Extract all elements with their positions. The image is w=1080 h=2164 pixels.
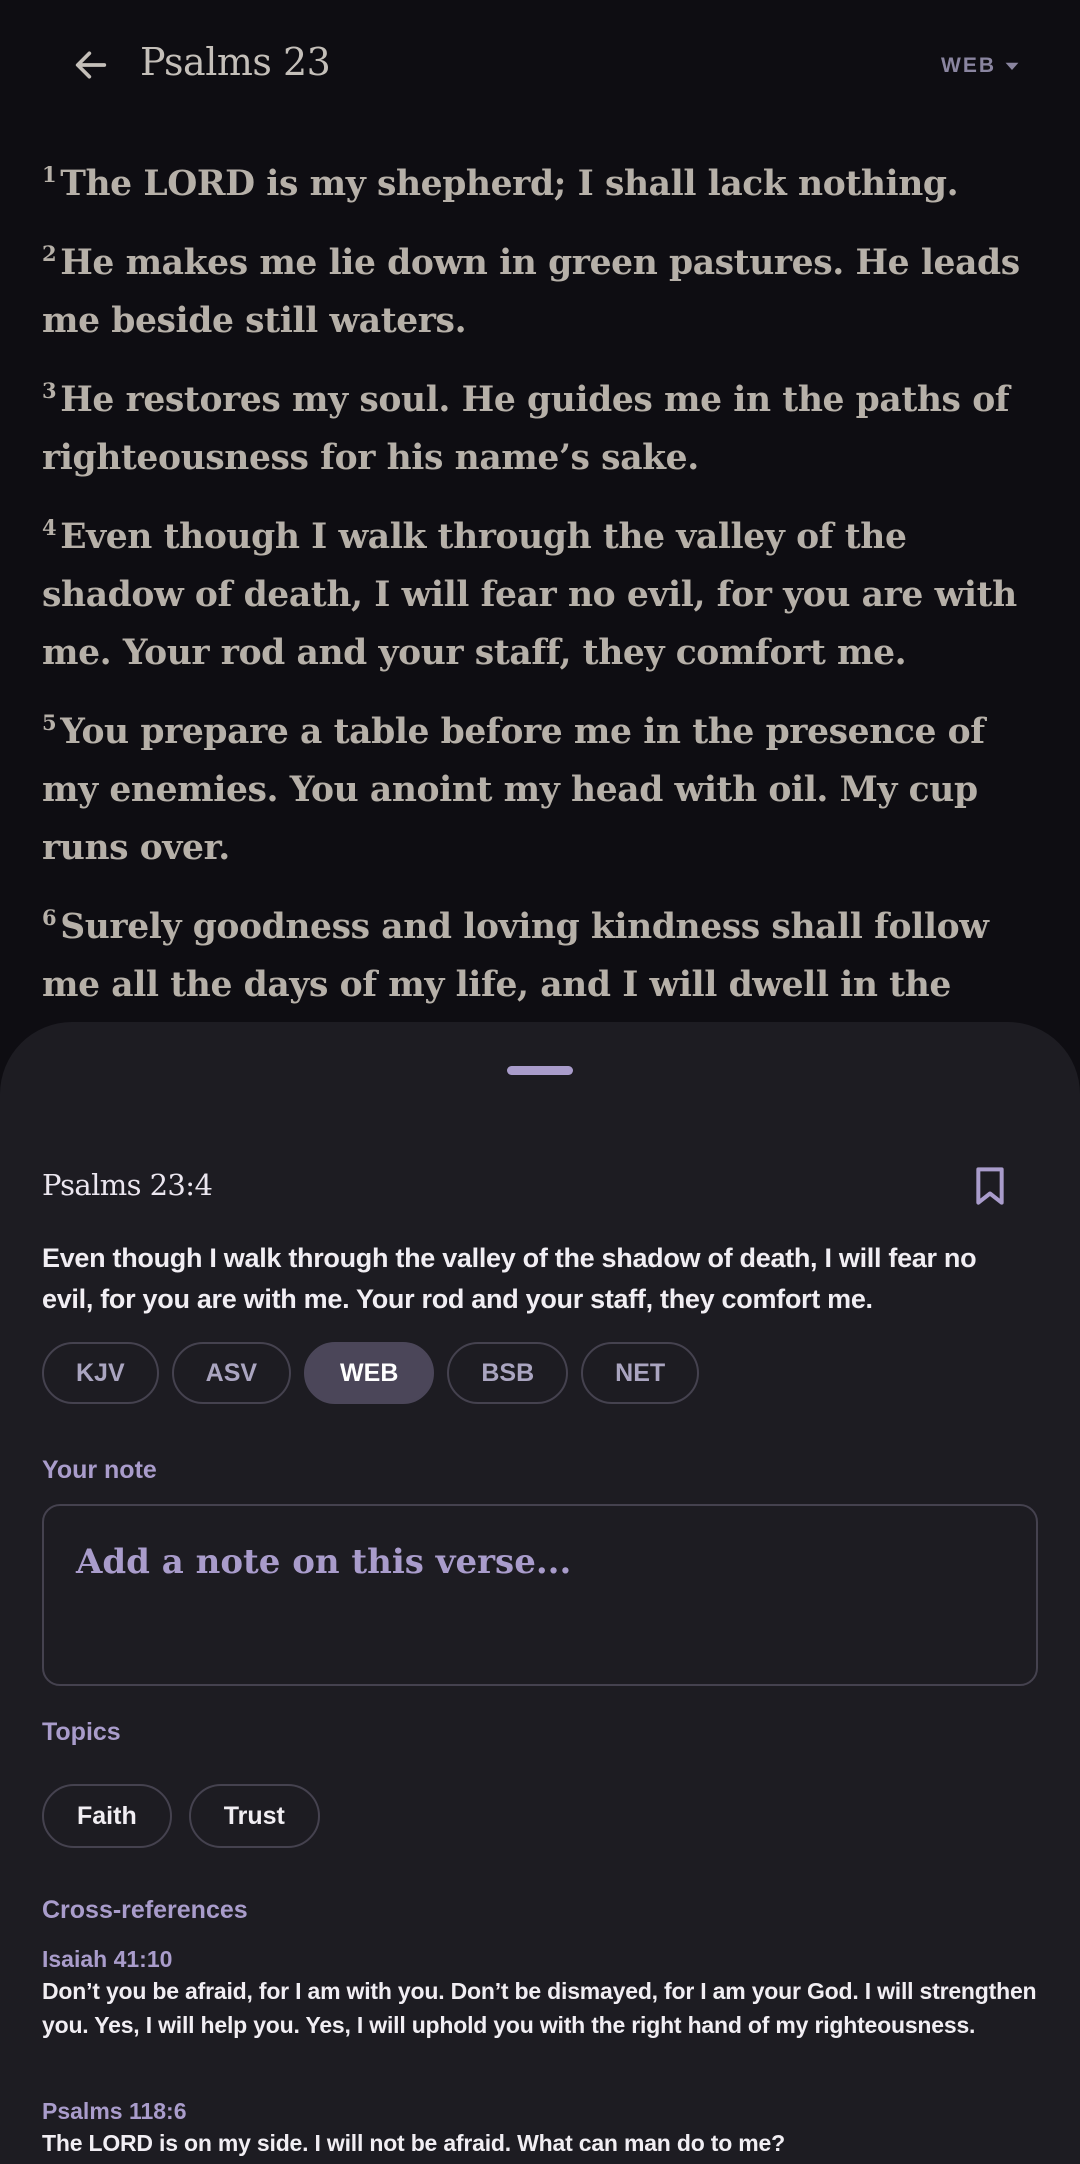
cross-reference-title: Psalms 118:6 [42, 2098, 187, 2124]
arrow-left-icon [75, 51, 107, 79]
translation-chip-asv[interactable]: ASV [171, 1342, 292, 1404]
verse-number: 4 [42, 515, 57, 540]
verse-text: He restores my soul. He guides me in the… [42, 380, 1010, 478]
cross-reference-title: Isaiah 41:10 [42, 1946, 173, 1972]
verse-number: 1 [42, 162, 57, 187]
verse-text: You prepare a table before me in the pre… [42, 712, 985, 868]
drag-handle[interactable] [507, 1066, 573, 1075]
verse-text: He makes me lie down in green pastures. … [42, 243, 1020, 341]
translation-chip-kjv[interactable]: KJV [42, 1342, 159, 1404]
page-title: Psalms 23 [140, 40, 331, 84]
topics-label: Topics [42, 1718, 121, 1746]
cross-reference-text: Don’t you be afraid, for I am with you. … [42, 1978, 1037, 2038]
app-bar: Psalms 23 WEB [0, 0, 1080, 132]
verse-1[interactable]: 1 The LORD is my shepherd; I shall lack n… [42, 146, 1042, 213]
selected-verse-text: Even though I walk through the valley of… [42, 1243, 977, 1314]
topic-chip-trust[interactable]: Trust [188, 1784, 320, 1848]
translation-chips: KJV ASV WEB BSB NET [42, 1342, 700, 1404]
topic-chips: Faith Trust [42, 1784, 320, 1848]
verse-3[interactable]: 3 He restores my soul. He guides me in th… [42, 362, 1042, 487]
verse-text: The LORD is my shepherd; I shall lack no… [60, 164, 959, 204]
bookmark-button[interactable] [966, 1162, 1014, 1210]
version-dropdown-label: WEB [941, 54, 996, 77]
bookmark-icon [976, 1167, 1004, 1205]
translation-chip-net[interactable]: NET [581, 1342, 700, 1404]
verse-2[interactable]: 2 He makes me lie down in green pastures.… [42, 225, 1042, 350]
cross-reference-item[interactable]: Psalms 118:6 The LORD is on my side. I w… [42, 2096, 1042, 2160]
version-dropdown[interactable]: WEB [941, 50, 1020, 82]
chapter-text: 1 The LORD is my shepherd; I shall lack n… [42, 146, 1042, 1084]
verse-4[interactable]: 4 Even though I walk through the valley o… [42, 499, 1042, 682]
verse-5[interactable]: 5 You prepare a table before me in the pr… [42, 694, 1042, 877]
topic-chip-faith[interactable]: Faith [42, 1784, 172, 1848]
verse-text: Even though I walk through the valley of… [42, 517, 1017, 673]
note-field[interactable] [44, 1506, 1036, 1684]
translation-chip-bsb[interactable]: BSB [447, 1342, 569, 1404]
verse-number: 6 [42, 905, 57, 930]
caret-down-icon [1005, 62, 1019, 70]
note-field-container [42, 1504, 1038, 1686]
verse-detail-sheet: Psalms 23:4 Even though I walk through t… [0, 1022, 1080, 2164]
cross-reference-item[interactable]: Isaiah 41:10 Don’t you be afraid, for I … [42, 1944, 1042, 2042]
verse-number: 3 [42, 378, 57, 403]
translation-chip-web[interactable]: WEB [304, 1342, 435, 1404]
verse-number: 2 [42, 241, 57, 266]
back-button[interactable] [62, 36, 120, 94]
verse-number: 5 [42, 710, 57, 735]
cross-references-label: Cross-references [42, 1896, 248, 1924]
note-label: Your note [42, 1456, 157, 1484]
verse-reference: Psalms 23:4 [42, 1168, 213, 1202]
cross-reference-text: The LORD is on my side. I will not be af… [42, 2130, 785, 2156]
